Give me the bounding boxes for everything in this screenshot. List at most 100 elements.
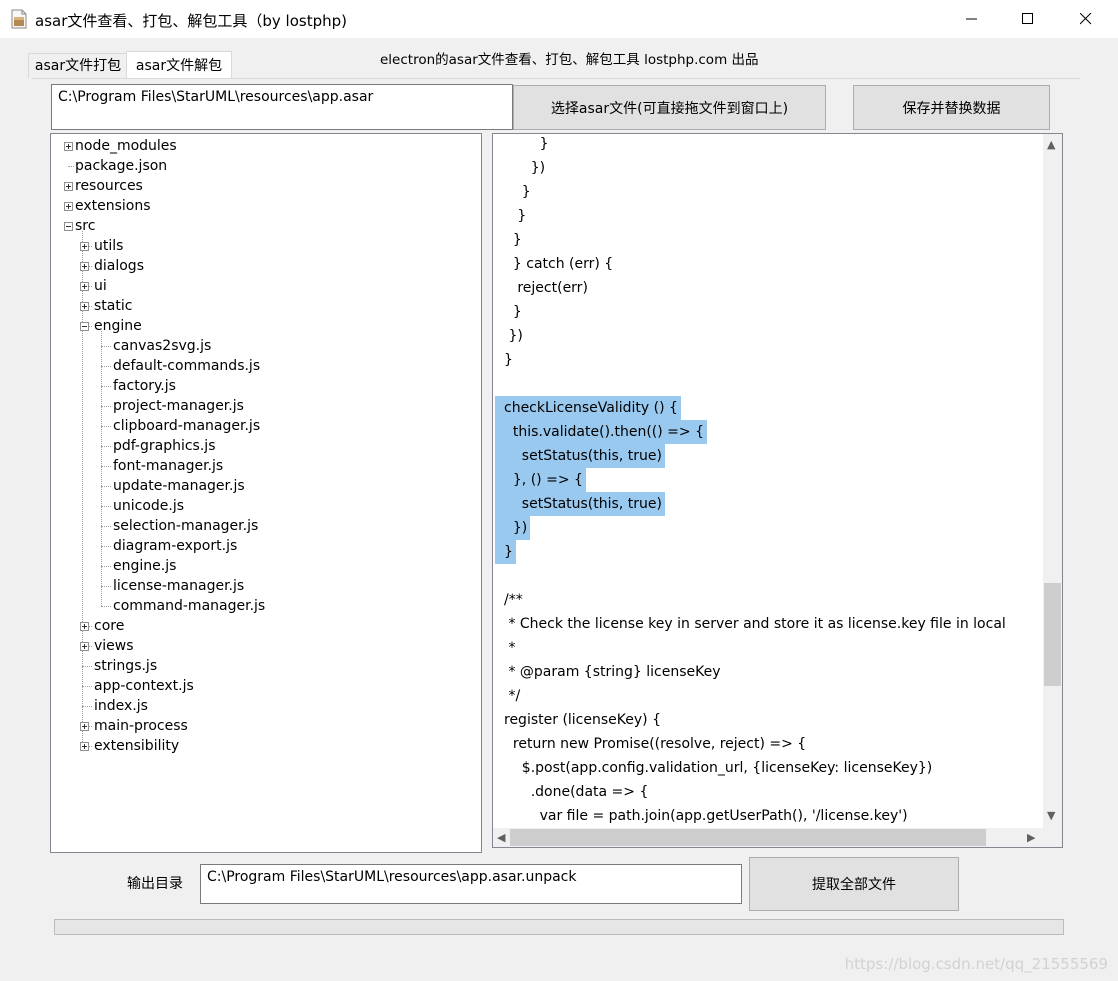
tree-item[interactable]: update-manager.js [113, 476, 245, 496]
code-line: reject(err) [504, 280, 588, 296]
code-line: } [504, 208, 527, 224]
progress-bar [54, 919, 1064, 935]
tree-item[interactable]: static [94, 296, 132, 316]
code-line: register (licenseKey) { [504, 712, 661, 728]
tree-item[interactable]: index.js [94, 696, 148, 716]
tree-item[interactable]: diagram-export.js [113, 536, 237, 556]
minimize-button[interactable] [949, 0, 995, 38]
tree-branch-line [101, 386, 111, 388]
tree-item[interactable]: views [94, 636, 134, 656]
vertical-scroll-thumb[interactable] [1044, 583, 1061, 686]
scroll-down-icon[interactable]: ▼ [1047, 809, 1055, 822]
file-tree[interactable]: node_modules package.json resources extensi… [50, 133, 482, 853]
expand-icon[interactable] [64, 142, 73, 151]
tree-item[interactable]: clipboard-manager.js [113, 416, 260, 436]
title-bar: asar文件查看、打包、解包工具（by lostphp) [0, 0, 1118, 38]
scroll-up-icon[interactable]: ▲ [1047, 138, 1055, 151]
expand-icon[interactable] [80, 302, 89, 311]
tree-item[interactable]: factory.js [113, 376, 176, 396]
tab-pack[interactable]: asar文件打包 [28, 53, 128, 78]
tree-item[interactable]: selection-manager.js [113, 516, 258, 536]
extract-all-button[interactable]: 提取全部文件 [749, 857, 959, 911]
header-caption: electron的asar文件查看、打包、解包工具 lostphp.com 出品 [380, 52, 759, 68]
tree-branch-line [82, 686, 92, 688]
collapse-icon[interactable] [80, 322, 89, 331]
tree-item[interactable]: core [94, 616, 124, 636]
tree-item[interactable]: utils [94, 236, 123, 256]
code-line: } [504, 232, 522, 248]
tree-branch-line [82, 706, 92, 708]
maximize-button[interactable] [1005, 0, 1051, 38]
tree-item[interactable]: command-manager.js [113, 596, 265, 616]
tree-item[interactable]: main-process [94, 716, 188, 736]
code-line: } [504, 184, 531, 200]
tree-item[interactable]: engine [94, 316, 142, 336]
tree-item[interactable]: extensibility [94, 736, 179, 756]
tree-item[interactable]: ui [94, 276, 107, 296]
tree-item[interactable]: pdf-graphics.js [113, 436, 215, 456]
tree-item[interactable]: project-manager.js [113, 396, 244, 416]
tree-item[interactable]: canvas2svg.js [113, 336, 211, 356]
tree-item[interactable]: extensions [75, 196, 151, 216]
code-line: setStatus(this, true) [495, 444, 665, 468]
expand-icon[interactable] [64, 182, 73, 191]
code-line: } [495, 540, 516, 564]
tree-item[interactable]: strings.js [94, 656, 157, 676]
tree-branch-line [101, 526, 111, 528]
code-line: return new Promise((resolve, reject) => … [504, 736, 807, 752]
tree-branch-line [101, 406, 111, 408]
asar-path-field[interactable]: C:\Program Files\StarUML\resources\app.a… [51, 84, 513, 130]
maximize-icon [1022, 13, 1033, 24]
horizontal-scroll-thumb[interactable] [510, 829, 986, 846]
vertical-scrollbar[interactable]: ▲ ▼ [1043, 134, 1062, 829]
output-path-field[interactable]: C:\Program Files\StarUML\resources\app.a… [200, 864, 742, 904]
tree-branch-line [68, 166, 74, 168]
expand-icon[interactable] [80, 642, 89, 651]
tree-branch-line [101, 366, 111, 368]
tree-item[interactable]: app-context.js [94, 676, 194, 696]
tree-item[interactable]: resources [75, 176, 143, 196]
code-line: } [504, 304, 522, 320]
tree-item[interactable]: engine.js [113, 556, 176, 576]
expand-icon[interactable] [80, 622, 89, 631]
save-replace-button[interactable]: 保存并替换数据 [853, 85, 1050, 130]
scroll-right-icon[interactable]: ▶ [1027, 831, 1035, 844]
scroll-left-icon[interactable]: ◀ [497, 831, 505, 844]
tree-item[interactable]: unicode.js [113, 496, 184, 516]
close-icon [1080, 13, 1092, 25]
code-line: } catch (err) { [504, 256, 614, 272]
expand-icon[interactable] [80, 742, 89, 751]
tree-item[interactable]: src [75, 216, 95, 236]
tree-branch-line [101, 506, 111, 508]
tab-unpack[interactable]: asar文件解包 [126, 51, 232, 80]
document-archive-icon [10, 9, 28, 29]
scroll-corner [1043, 828, 1062, 847]
code-line: }) [504, 160, 546, 176]
expand-icon[interactable] [80, 282, 89, 291]
code-line: }, () => { [495, 468, 586, 492]
tree-guide-line [101, 331, 103, 606]
tree-branch-line [82, 666, 92, 668]
horizontal-scrollbar[interactable]: ◀ ▶ [493, 828, 1044, 847]
window-title: asar文件查看、打包、解包工具（by lostphp) [35, 12, 347, 30]
code-line: } [504, 352, 513, 368]
expand-icon[interactable] [80, 242, 89, 251]
tree-item[interactable]: node_modules [75, 136, 177, 156]
code-viewer[interactable]: ▲ ▼ ◀ ▶ } }) } } } } catch (err) { rejec… [492, 133, 1063, 848]
tree-branch-line [101, 426, 111, 428]
collapse-icon[interactable] [64, 222, 73, 231]
close-button[interactable] [1063, 0, 1109, 38]
expand-icon[interactable] [80, 262, 89, 271]
tree-item[interactable]: package.json [75, 156, 167, 176]
tree-branch-line [101, 546, 111, 548]
tree-branch-line [101, 486, 111, 488]
tree-branch-line [101, 606, 111, 608]
tree-item[interactable]: dialogs [94, 256, 144, 276]
tree-item[interactable]: default-commands.js [113, 356, 260, 376]
expand-icon[interactable] [80, 722, 89, 731]
tree-item[interactable]: license-manager.js [113, 576, 244, 596]
expand-icon[interactable] [64, 202, 73, 211]
select-file-button[interactable]: 选择asar文件(可直接拖文件到窗口上) [513, 85, 826, 130]
tree-item[interactable]: font-manager.js [113, 456, 223, 476]
code-line: */ [504, 688, 521, 704]
